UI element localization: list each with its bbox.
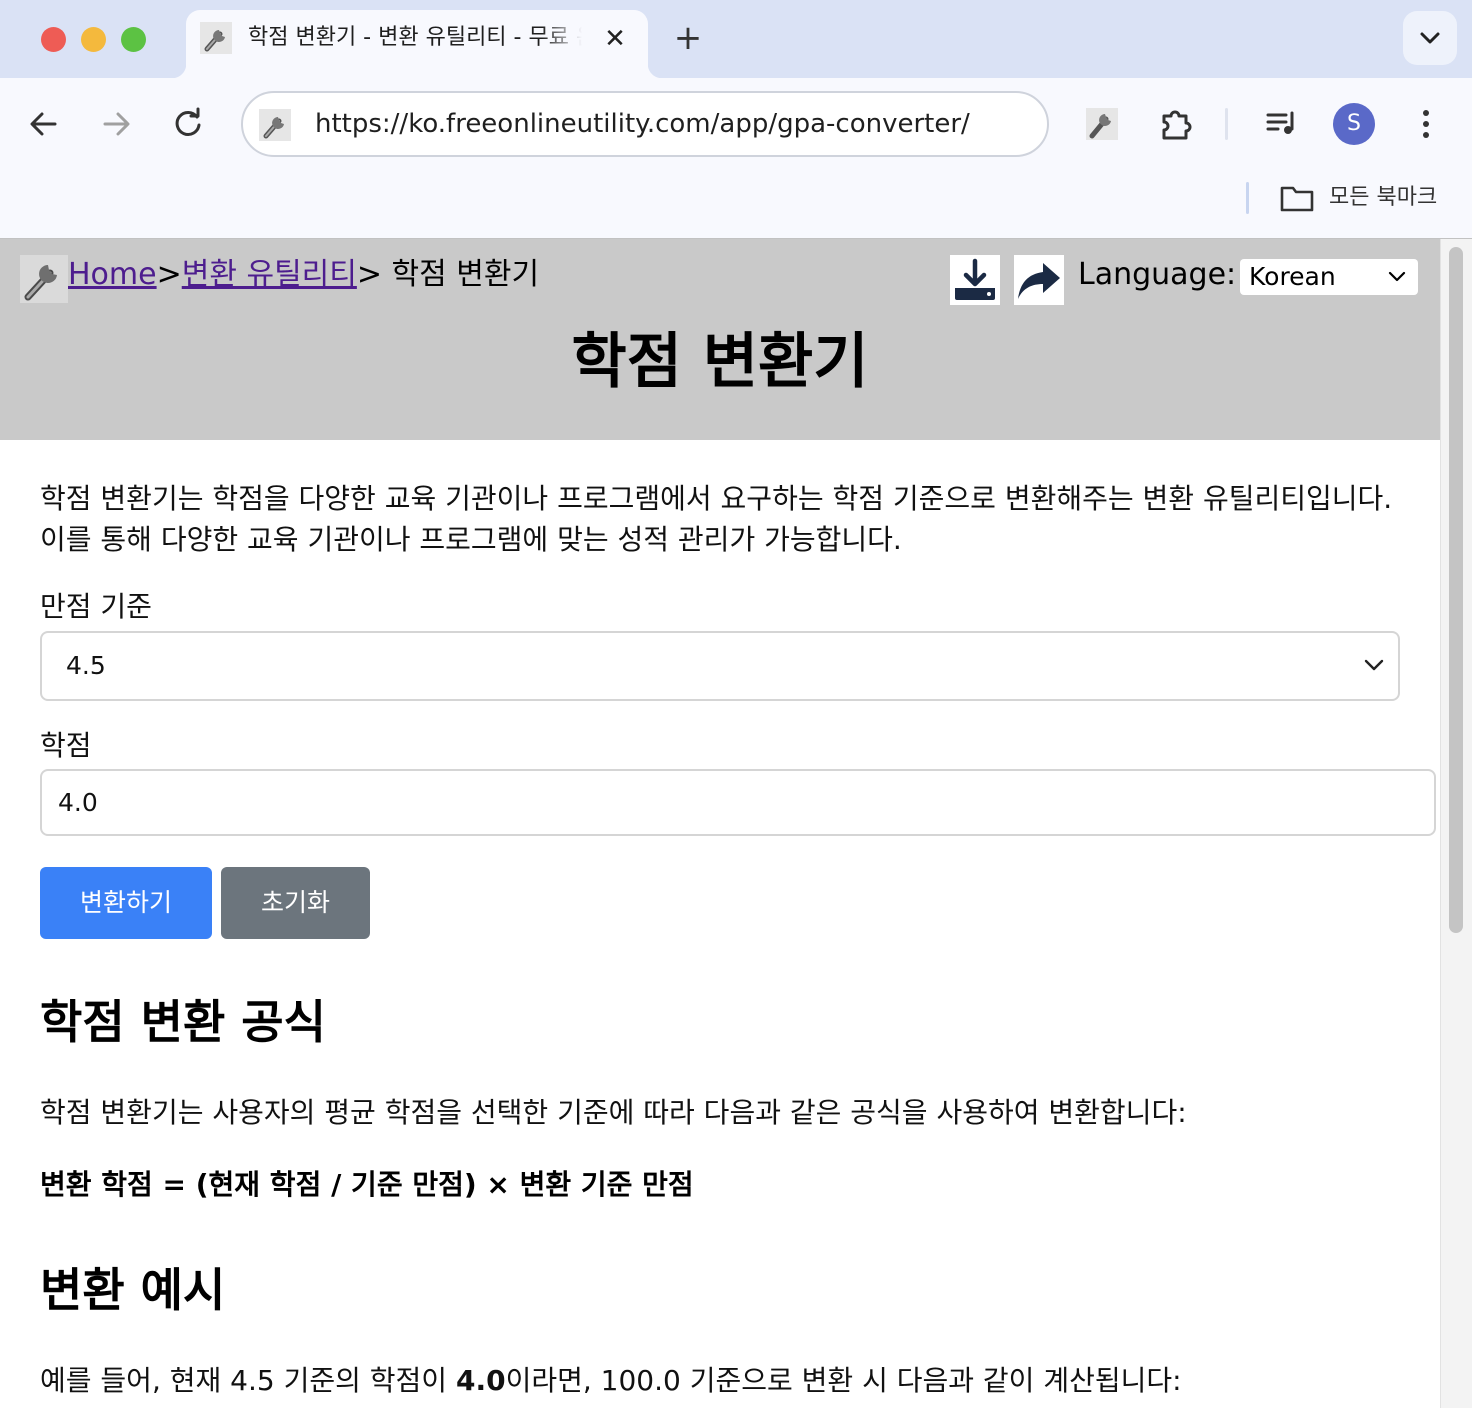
page-title: 학점 변환기 xyxy=(571,327,869,397)
scale-select-value: 4.5 xyxy=(66,651,106,680)
breadcrumb-current: > 학점 변환기 xyxy=(356,257,540,292)
example-grade-value: 4.0 xyxy=(455,1364,506,1397)
tab-strip: 학점 변환기 - 변환 유틸리티 - 무료 온라인 유틸리티 ✕ + xyxy=(0,0,1472,78)
share-button[interactable] xyxy=(1014,255,1064,305)
wrench-icon[interactable] xyxy=(20,255,68,303)
folder-icon[interactable] xyxy=(1280,184,1314,212)
scale-label: 만점 기준 xyxy=(40,590,152,623)
active-tab[interactable]: 학점 변환기 - 변환 유틸리티 - 무료 온라인 유틸리티 ✕ xyxy=(172,10,662,78)
example-text-suffix: 이라면, 100.0 기준으로 변환 시 다음과 같이 계산됩니다: xyxy=(505,1364,1182,1397)
example-heading: 변환 예시 xyxy=(40,1263,226,1317)
media-control-icon[interactable] xyxy=(1262,104,1302,144)
browser-toolbar: https://ko.freeonlineutility.com/app/gpa… xyxy=(0,78,1472,238)
formula-description: 학점 변환기는 사용자의 평균 학점을 선택한 기준에 따라 다음과 같은 공식… xyxy=(40,1096,1187,1129)
grade-input[interactable]: 4.0 xyxy=(40,769,1436,836)
url-text[interactable]: https://ko.freeonlineutility.com/app/gpa… xyxy=(315,107,970,141)
chevron-down-icon xyxy=(1364,659,1384,671)
share-icon xyxy=(1018,263,1060,299)
address-bar[interactable]: https://ko.freeonlineutility.com/app/gpa… xyxy=(241,91,1049,157)
download-button[interactable] xyxy=(950,255,1000,305)
wrench-icon xyxy=(200,22,232,54)
scrollbar-thumb[interactable] xyxy=(1449,247,1463,933)
breadcrumb-category-link[interactable]: 변환 유틸리티 xyxy=(182,257,357,292)
intro-text: 학점 변환기는 학점을 다양한 교육 기관이나 프로그램에서 요구하는 학점 기… xyxy=(40,482,1393,556)
all-bookmarks-label[interactable]: 모든 북마크 xyxy=(1329,181,1437,215)
puzzle-icon[interactable] xyxy=(1156,104,1196,144)
page-scrollbar[interactable] xyxy=(1440,239,1472,1408)
window-minimize-button[interactable] xyxy=(81,27,106,52)
breadcrumb-home-link[interactable]: Home xyxy=(68,257,157,292)
breadcrumb: Home>변환 유틸리티> 학점 변환기 xyxy=(68,255,539,295)
profile-avatar[interactable]: S xyxy=(1333,103,1375,145)
language-label: Language: xyxy=(1078,257,1237,292)
example-text-prefix: 예를 들어, 현재 4.5 기준의 학점이 xyxy=(40,1364,456,1397)
convert-button[interactable]: 변환하기 xyxy=(40,867,212,939)
formula-text: 변환 학점 = (현재 학점 / 기준 만점) × 변환 기준 만점 xyxy=(40,1168,694,1201)
tab-title: 학점 변환기 - 변환 유틸리티 - 무료 온라인 유틸리티 xyxy=(248,25,582,50)
grade-label: 학점 xyxy=(40,729,92,762)
breadcrumb-separator: > xyxy=(156,257,182,292)
reset-button[interactable]: 초기화 xyxy=(221,867,370,939)
toolbar-separator xyxy=(1225,108,1228,140)
site-header: Home>변환 유틸리티> 학점 변환기 Language: Korean 학점… xyxy=(0,239,1440,440)
window-zoom-button[interactable] xyxy=(121,27,146,52)
tab-close-icon[interactable]: ✕ xyxy=(600,24,630,54)
tab-search-button[interactable] xyxy=(1403,11,1457,65)
arrow-right-icon[interactable] xyxy=(94,102,138,146)
formula-heading: 학점 변환 공식 xyxy=(40,995,326,1049)
arrow-left-icon[interactable] xyxy=(22,102,66,146)
chevron-down-icon xyxy=(1420,32,1440,44)
reload-icon[interactable] xyxy=(166,102,210,146)
kebab-menu-icon[interactable] xyxy=(1406,104,1446,144)
language-select[interactable]: Korean xyxy=(1240,259,1418,295)
wrench-icon xyxy=(259,109,291,141)
bookmarks-separator xyxy=(1246,182,1249,214)
example-text: 예를 들어, 현재 4.5 기준의 학점이 4.0이라면, 100.0 기준으로… xyxy=(40,1361,1182,1401)
download-icon xyxy=(955,258,995,300)
scale-select[interactable]: 4.5 xyxy=(40,631,1400,701)
wrench-icon[interactable] xyxy=(1082,104,1122,144)
chevron-down-icon xyxy=(1388,271,1406,282)
window-close-button[interactable] xyxy=(41,27,66,52)
language-select-value: Korean xyxy=(1249,262,1336,291)
page-viewport: Home>변환 유틸리티> 학점 변환기 Language: Korean 학점… xyxy=(0,238,1472,1408)
new-tab-button[interactable]: + xyxy=(670,20,706,56)
